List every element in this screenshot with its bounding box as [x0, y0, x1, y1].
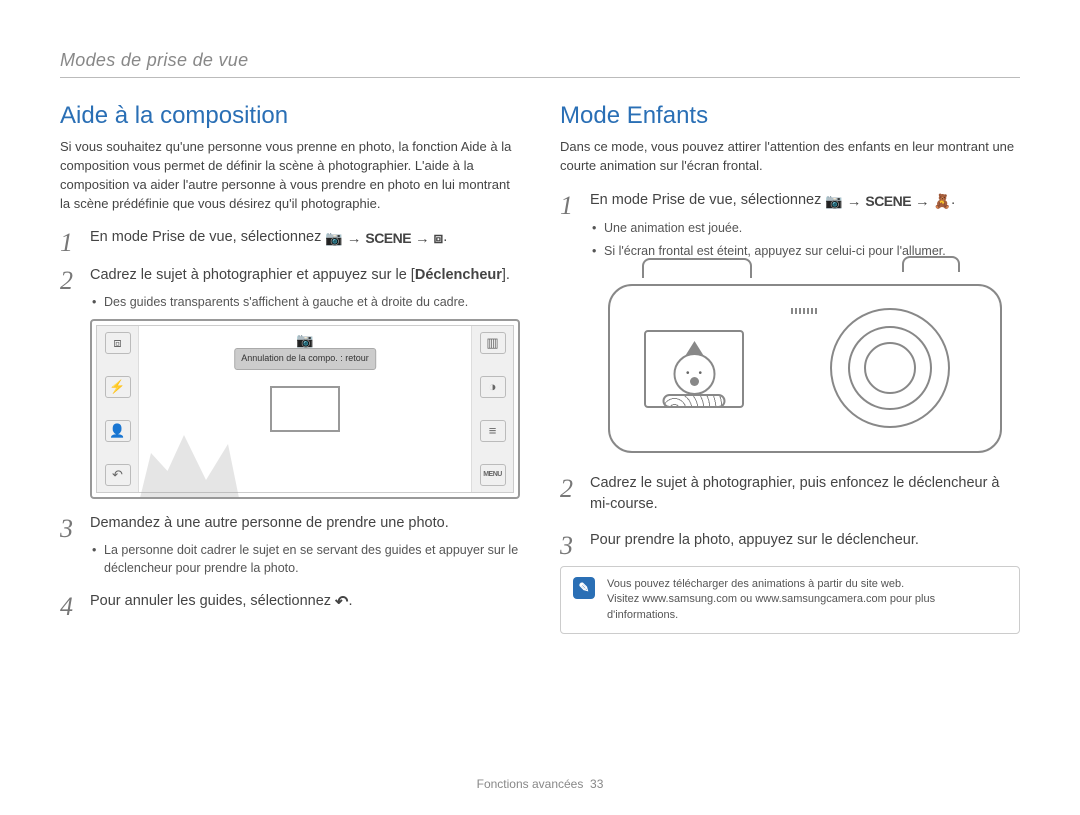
arrow-icon: [347, 229, 362, 251]
focus-rect: [270, 386, 340, 432]
right-heading: Mode Enfants: [560, 102, 1020, 130]
footer-page: 33: [590, 777, 603, 791]
step3-text: Demandez à une autre personne de prendre…: [90, 515, 449, 531]
children-mode-icon: [934, 191, 951, 214]
scene-icon: SCENE: [365, 228, 411, 249]
clown-animation: [663, 341, 726, 408]
camera-front-screen: [644, 330, 744, 408]
rstep1-bullet1: Une animation est jouée.: [590, 219, 1020, 237]
step4-text: Pour annuler les guides, sélectionnez: [90, 593, 335, 609]
camera-body: [608, 284, 1002, 453]
left-intro: Si vous souhaitez qu'une personne vous p…: [60, 138, 520, 213]
lcd-center: 📷 Annulation de la compo. : retour: [139, 326, 471, 492]
camera-mic: [791, 308, 819, 314]
camera-illustration: [590, 270, 1020, 455]
arrow-icon: [847, 192, 862, 214]
right-intro: Dans ce mode, vous pouvez attirer l'atte…: [560, 138, 1020, 176]
lcd-icon-face: 👤: [105, 420, 131, 442]
left-heading: Aide à la composition: [60, 102, 520, 130]
left-column: Aide à la composition Si vous souhaitez …: [60, 102, 520, 634]
left-step3-bullet: La personne doit cadrer le sujet en se s…: [90, 541, 520, 577]
lcd-icon-battery: ▥: [480, 332, 506, 354]
left-steps: En mode Prise de vue, sélectionnez SCENE…: [60, 227, 520, 615]
chapter-title: Modes de prise de vue: [60, 50, 1020, 78]
back-icon: [335, 591, 348, 615]
lcd-menu: MENU: [480, 464, 506, 486]
note-line-1: Vous pouvez télécharger des animations à…: [607, 577, 1007, 592]
left-step-3: Demandez à une autre personne de prendre…: [60, 513, 520, 577]
right-step-2: Cadrez le sujet à photographier, puis en…: [560, 473, 1020, 517]
left-step-1: En mode Prise de vue, sélectionnez SCENE…: [60, 227, 520, 251]
step2-text-c: ].: [502, 267, 510, 283]
lcd-icon-mode: ⧈: [105, 332, 131, 354]
lcd-tooltip: Annulation de la compo. : retour: [234, 348, 376, 370]
note-box: ✎ Vous pouvez télécharger des animations…: [560, 566, 1020, 634]
right-step-1: En mode Prise de vue, sélectionnez SCENE…: [560, 190, 1020, 455]
right-steps: En mode Prise de vue, sélectionnez SCENE…: [560, 190, 1020, 552]
lcd-right-column: ▥ ◑ ≡ MENU: [471, 326, 513, 492]
left-step-2: Cadrez le sujet à photographier et appuy…: [60, 265, 520, 499]
arrow-icon: [415, 229, 430, 251]
lcd-illustration: ⧈ ⚡ 👤 ↶ 📷 Annulation de la compo. : reto…: [90, 319, 520, 499]
step2-text-a: Cadrez le sujet à photographier et appuy…: [90, 267, 415, 283]
step1-text: En mode Prise de vue, sélectionnez: [90, 229, 325, 245]
note-icon: ✎: [573, 577, 595, 599]
right-step-3: Pour prendre la photo, appuyez sur le dé…: [560, 530, 1020, 552]
left-step-4: Pour annuler les guides, sélectionnez .: [60, 591, 520, 615]
lcd-left-column: ⧈ ⚡ 👤 ↶: [97, 326, 139, 492]
note-line-2: Visitez www.samsung.com ou www.samsungca…: [607, 592, 1007, 623]
camera-flash-housing: [642, 258, 752, 278]
rstep1-text: En mode Prise de vue, sélectionnez: [590, 192, 825, 208]
arrow-icon: [915, 192, 930, 214]
two-column-layout: Aide à la composition Si vous souhaitez …: [60, 102, 1020, 634]
footer-section: Fonctions avancées: [477, 777, 584, 791]
lcd-icon-list: ≡: [480, 420, 506, 442]
scene-icon: SCENE: [865, 191, 911, 212]
scene-ghost: [129, 408, 239, 498]
lcd-icon-back: ↶: [105, 464, 131, 486]
lcd-icon-timer: ◑: [480, 376, 506, 398]
camera-icon: [325, 228, 342, 251]
camera-icon: [825, 191, 842, 214]
camera-lens: [830, 308, 950, 428]
note-text: Vous pouvez télécharger des animations à…: [607, 577, 1007, 623]
lcd-icon-flash: ⚡: [105, 376, 131, 398]
shutter-word: Déclencheur: [415, 267, 502, 283]
camera-shutter: [902, 256, 960, 272]
right-column: Mode Enfants Dans ce mode, vous pouvez a…: [560, 102, 1020, 634]
frame-guide-icon: [434, 228, 444, 251]
page-footer: Fonctions avancées 33: [0, 777, 1080, 791]
left-step2-bullet: Des guides transparents s'affichent à ga…: [90, 293, 520, 311]
